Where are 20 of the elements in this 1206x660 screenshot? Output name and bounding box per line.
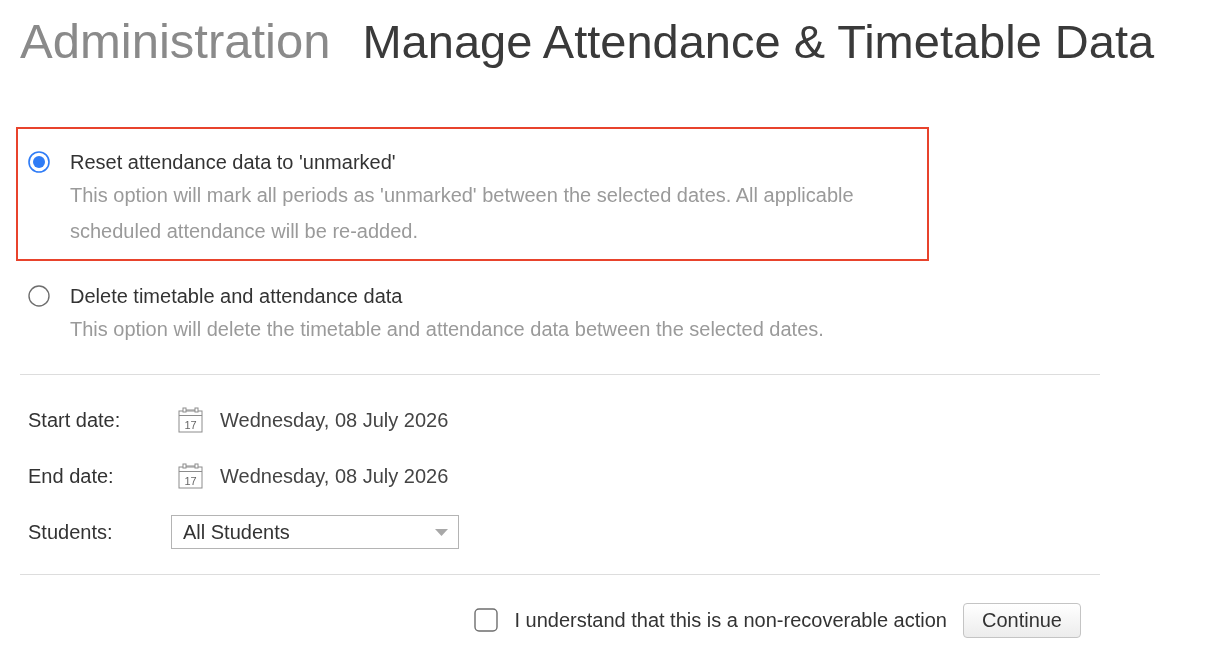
option-label[interactable]: Reset attendance data to 'unmarked' — [70, 147, 396, 177]
date-value[interactable]: Wednesday, 08 July 2026 — [220, 408, 449, 432]
field-label: Students: — [28, 520, 113, 543]
calendar-icon[interactable]: 17 — [178, 407, 203, 433]
checkbox-label: I understand that this is a non-recoverable action — [514, 608, 947, 632]
option-label[interactable]: Delete timetable and attendance data — [70, 281, 403, 311]
page-title: Manage Attendance & Timetable Data — [362, 14, 1155, 70]
caret-icon — [435, 528, 448, 536]
checkbox[interactable] — [474, 608, 499, 632]
option-description: This option will mark all periods as 'unmarked' between the selected dates. All applicable scheduled attendance will be re-added. — [70, 183, 855, 244]
field-label: Start date: — [28, 408, 121, 431]
continue-button[interactable]: Continue — [962, 602, 1081, 638]
radio-button[interactable] — [28, 285, 50, 307]
section-title: Administration — [20, 13, 331, 70]
date-value[interactable]: Wednesday, 08 July 2026 — [220, 464, 449, 488]
students-dropdown[interactable]: All Students — [171, 515, 459, 549]
radio-button[interactable] — [28, 151, 50, 173]
field-label: End date: — [28, 464, 114, 487]
option-description: This option will delete the timetable and attendance data between the selected dates. — [70, 317, 824, 342]
calendar-icon[interactable]: 17 — [178, 463, 203, 489]
